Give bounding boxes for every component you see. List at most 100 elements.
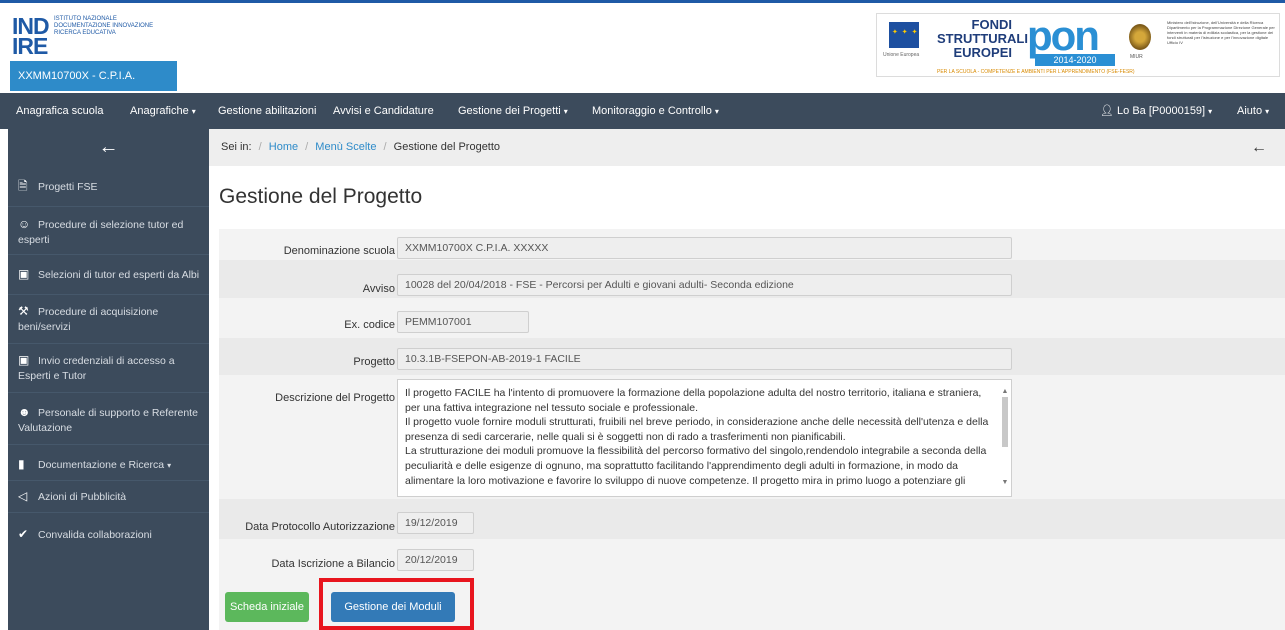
label-data-iscrizione: Data Iscrizione a Bilancio <box>271 558 395 570</box>
caret-down-icon: ▾ <box>1265 107 1270 116</box>
header: IND IRE ISTITUTO NAZIONALE DOCUMENTAZION… <box>0 3 1285 112</box>
nav-gestione-abilitazioni[interactable]: Gestione abilitazioni <box>218 93 316 129</box>
book-icon: ▮ <box>18 457 25 471</box>
eu-flag-icon <box>889 22 919 48</box>
denominazione-field[interactable]: XXMM10700X C.P.I.A. XXXXX <box>397 237 1012 259</box>
sidebar-item-label: Invio credenziali di accesso a Esperti e… <box>18 355 175 382</box>
school-code-badge: XXMM10700X - C.P.I.A. XXXXX <box>10 61 177 112</box>
descrizione-textarea[interactable]: Il progetto FACILE ha l'intento di promu… <box>397 379 1012 497</box>
sidebar-item-label: Procedure di selezione tutor ed esperti <box>18 219 184 246</box>
sidebar-collapse-arrow-icon[interactable]: ← <box>8 129 209 166</box>
label-data-protocollo: Data Protocollo Autorizzazione <box>245 521 395 533</box>
pon-logo: pon <box>1027 12 1100 59</box>
user-name: Lo Ba [P0000159] <box>1117 105 1206 117</box>
nav-gestione-progetti[interactable]: Gestione dei Progetti ▾ <box>458 93 568 129</box>
nav-anagrafiche[interactable]: Anagrafiche ▾ <box>130 93 196 129</box>
id-card-icon: ▣ <box>18 353 30 367</box>
id-card-icon: ▣ <box>18 267 30 281</box>
caret-down-icon: ▾ <box>714 107 719 116</box>
ministry-caption: MIUR <box>1130 54 1143 60</box>
breadcrumb-separator: / <box>383 141 387 153</box>
breadcrumb-prefix: Sei in: <box>221 141 252 153</box>
textarea-scrollbar[interactable]: ▲ ▼ <box>1001 385 1009 491</box>
data-iscrizione-field[interactable]: 20/12/2019 <box>397 549 474 571</box>
eu-caption: Unione Europea <box>883 52 920 58</box>
user-add-icon: ☺︎ <box>18 217 31 231</box>
sidebar-item-selezioni-albi[interactable]: ▣ Selezioni di tutor ed esperti da Albi <box>8 267 209 295</box>
nav-label: Anagrafiche <box>130 105 189 117</box>
user-icon: 👤︎ <box>1100 105 1118 117</box>
sidebar-item-acquisizione[interactable]: ⚒︎ Procedure di acquisizione beni/servizi <box>8 304 209 344</box>
scrollbar-thumb[interactable] <box>1002 397 1008 447</box>
sidebar-item-procedure-selezione[interactable]: ☺︎ Procedure di selezione tutor ed espert… <box>8 217 209 255</box>
nav-label: Avvisi e Candidature <box>333 105 434 117</box>
caret-down-icon: ▾ <box>167 461 172 470</box>
logo-main-text: IND IRE <box>12 13 50 59</box>
scheda-iniziale-button[interactable]: Scheda iniziale <box>225 592 309 622</box>
sidebar-item-progetti-fse[interactable]: 🗎︎ Progetti FSE <box>8 179 209 207</box>
label-denominazione: Denominazione scuola <box>283 245 395 257</box>
label-codice: Ex. codice <box>344 319 395 331</box>
sidebar-item-label: Personale di supporto e Referente Valuta… <box>18 407 198 434</box>
user-menu[interactable]: 👤︎ Lo Ba [P0000159] ▾ <box>1100 93 1212 129</box>
sidebar-item-label: Progetti FSE <box>38 181 98 193</box>
codice-field[interactable]: PEMM107001 <box>397 311 529 333</box>
breadcrumb-separator: / <box>258 141 262 153</box>
highlight-annotation <box>319 578 474 630</box>
nav-anagrafica-scuola[interactable]: Anagrafica scuola <box>16 93 103 129</box>
sidebar-item-pubblicita[interactable]: ◁ Azioni di Pubblicità <box>8 489 209 513</box>
help-label: Aiuto <box>1237 105 1263 117</box>
main-navbar: Anagrafica scuola Anagrafiche ▾ Gestione … <box>0 93 1285 129</box>
breadcrumb-separator: / <box>305 141 309 153</box>
nav-monitoraggio[interactable]: Monitoraggio e Controllo ▾ <box>592 93 719 129</box>
breadcrumb-home[interactable]: Home <box>269 141 298 153</box>
scroll-down-icon[interactable]: ▼ <box>1001 476 1009 491</box>
ministry-text: Ministero dell'Istruzione, dell'Universi… <box>1167 20 1275 45</box>
nav-label: Anagrafica scuola <box>16 105 104 117</box>
users-icon: ☻︎ <box>18 405 31 419</box>
label-descrizione: Descrizione del Progetto <box>275 392 395 404</box>
check-icon: ✔︎ <box>18 527 29 541</box>
project-form: Denominazione scuola XXMM10700X C.P.I.A.… <box>219 229 1285 630</box>
italian-emblem-icon <box>1129 24 1151 50</box>
nav-label: Gestione abilitazioni <box>218 105 317 117</box>
caret-down-icon: ▾ <box>1208 107 1213 116</box>
page-title: Gestione del Progetto <box>219 185 423 208</box>
document-icon: 🗎︎ <box>18 179 28 193</box>
nav-label: Gestione dei Progetti <box>458 105 561 117</box>
sidebar-item-invio-credenziali[interactable]: ▣ Invio credenziali di accesso a Esperti … <box>8 353 209 393</box>
sidebar: ← 🗎︎ Progetti FSE ☺︎ Procedure di selezion… <box>8 129 209 630</box>
sidebar-item-label: Convalida collaborazioni <box>38 529 152 541</box>
fondi-strutturali-text: FONDI STRUTTURALI EUROPEI <box>937 17 1028 60</box>
avviso-field[interactable]: 10028 del 20/04/2018 - FSE - Percorsi pe… <box>397 274 1012 296</box>
breadcrumb: Sei in: / Home / Menù Scelte / Gestione … <box>209 129 1285 166</box>
label-progetto: Progetto <box>353 356 395 368</box>
indire-logo[interactable]: IND IRE ISTITUTO NAZIONALE DOCUMENTAZION… <box>12 13 177 60</box>
data-protocollo-field[interactable]: 19/12/2019 <box>397 512 474 534</box>
help-menu[interactable]: Aiuto ▾ <box>1237 93 1269 129</box>
banner-strip: PER LA SCUOLA - COMPETENZE E AMBIENTI PE… <box>937 69 1135 75</box>
gavel-icon: ⚒︎ <box>18 304 29 318</box>
breadcrumb-current: Gestione del Progetto <box>393 141 501 153</box>
megaphone-icon: ◁ <box>18 489 28 503</box>
breadcrumb-menu-scelte[interactable]: Menù Scelte <box>315 141 376 153</box>
progetto-field[interactable]: 10.3.1B-FSEPON-AB-2019-1 FACILE <box>397 348 1012 370</box>
descrizione-text: Il progetto FACILE ha l'intento di promu… <box>405 387 989 487</box>
pon-years: 2014-2020 <box>1035 54 1115 66</box>
sidebar-item-label: Documentazione e Ricerca <box>38 459 165 471</box>
caret-down-icon: ▾ <box>563 107 568 116</box>
logo-sub-text: ISTITUTO NAZIONALE DOCUMENTAZIONE INNOVA… <box>54 16 154 36</box>
back-arrow-icon[interactable]: ← <box>1251 129 1267 166</box>
sidebar-item-documentazione[interactable]: ▮ Documentazione e Ricerca ▾ <box>8 457 209 481</box>
pon-banner: Unione Europea FONDI STRUTTURALI EUROPEI… <box>876 13 1280 77</box>
nav-avvisi-candidature[interactable]: Avvisi e Candidature <box>333 93 434 129</box>
sidebar-item-label: Azioni di Pubblicità <box>38 491 127 503</box>
caret-down-icon: ▾ <box>191 107 196 116</box>
main-content: Sei in: / Home / Menù Scelte / Gestione … <box>209 129 1285 630</box>
nav-label: Monitoraggio e Controllo <box>592 105 712 117</box>
sidebar-item-personale-supporto[interactable]: ☻︎ Personale di supporto e Referente Valu… <box>8 405 209 445</box>
sidebar-item-convalida[interactable]: ✔︎ Convalida collaborazioni <box>8 527 209 551</box>
sidebar-item-label: Selezioni di tutor ed esperti da Albi <box>38 269 200 281</box>
sidebar-item-label: Procedure di acquisizione beni/servizi <box>18 306 159 333</box>
label-avviso: Avviso <box>362 283 395 295</box>
